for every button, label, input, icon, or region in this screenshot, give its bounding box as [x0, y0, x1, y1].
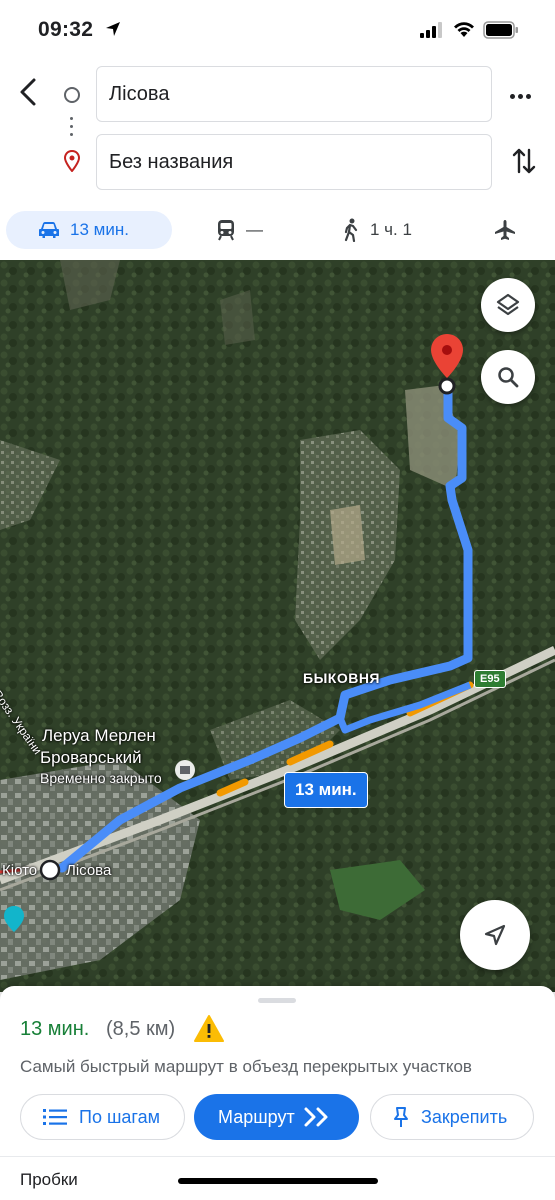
search-icon [498, 367, 519, 388]
car-icon [39, 222, 59, 238]
wifi-icon [454, 22, 474, 37]
directions-header: Лісова Без названия [0, 60, 555, 200]
tab-walking[interactable]: 1 ч. 1 [342, 211, 412, 249]
route-bottom-sheet: 13 мин. (8,5 км) Самый быстрый маршрут в… [0, 986, 555, 1200]
start-route-label: Маршрут [218, 1106, 295, 1127]
tab-walking-label: 1 ч. 1 [370, 220, 412, 239]
airplane-icon [495, 220, 515, 240]
home-indicator [178, 1178, 378, 1184]
location-arrow-icon [106, 22, 120, 36]
start-route-button[interactable]: Маршрут [194, 1094, 359, 1140]
route-distance: (8,5 км) [106, 1018, 176, 1040]
tab-driving-label: 13 мин. [70, 220, 129, 239]
search-along-route-button[interactable] [481, 350, 535, 404]
map-label-store-name-1[interactable]: Леруа Мерлен [42, 726, 156, 746]
traffic-section-title: Пробки [20, 1170, 78, 1189]
road-badge-e95: E95 [474, 670, 506, 688]
steps-button[interactable]: По шагам [20, 1094, 185, 1140]
destination-pin-icon [64, 150, 80, 172]
list-icon [43, 1109, 67, 1125]
satellite-map [0, 260, 555, 992]
layers-icon [496, 293, 520, 316]
navigation-arrow-icon [484, 924, 506, 946]
battery-icon [483, 21, 518, 39]
warning-icon[interactable] [193, 1014, 225, 1044]
map-label-store-status: Временно закрыто [40, 770, 162, 786]
more-options-icon[interactable] [510, 86, 536, 100]
route-duration: 13 мин. [20, 1018, 90, 1040]
travel-mode-tabs: 13 мин. — 1 ч. 1 [0, 205, 555, 255]
destination-input[interactable]: Без названия [96, 134, 492, 190]
map-label-store-name-2[interactable]: Броварський [40, 748, 142, 768]
swap-direction-icon[interactable] [510, 146, 538, 176]
layers-button[interactable] [481, 278, 535, 332]
sheet-drag-handle[interactable] [258, 998, 296, 1003]
status-time: 09:32 [38, 18, 94, 41]
tab-flight[interactable] [494, 211, 526, 249]
map-label-origin-station: Лісова [66, 862, 112, 879]
back-arrow-icon[interactable] [14, 76, 44, 108]
pin-button-label: Закрепить [421, 1106, 508, 1127]
tab-transit-label: — [246, 220, 263, 239]
double-chevron-icon [304, 1107, 328, 1127]
pin-route-button[interactable]: Закрепить [370, 1094, 534, 1140]
origin-input[interactable]: Лісова [96, 66, 492, 122]
map-label-bykovnya: БЫКОВНЯ [303, 670, 380, 686]
walking-icon [344, 218, 358, 242]
sheet-divider [0, 1156, 555, 1157]
map-view[interactable]: БЫКОВНЯ E95 Леруа Мерлен Броварський Вре… [0, 260, 555, 992]
origin-circle-icon [64, 87, 80, 103]
route-eta-bubble[interactable]: 13 мин. [284, 772, 368, 808]
cellular-signal-icon [420, 22, 442, 38]
tab-transit[interactable]: — [216, 211, 263, 249]
status-bar: 09:32 [0, 0, 555, 60]
pin-icon [394, 1107, 408, 1127]
route-description: Самый быстрый маршрут в объезд перекрыты… [20, 1057, 472, 1076]
train-icon [218, 220, 234, 241]
map-label-kioto: Кіото [2, 862, 38, 879]
my-location-button[interactable] [460, 900, 530, 970]
tab-driving[interactable]: 13 мин. [6, 211, 172, 249]
route-dots-icon [70, 117, 74, 139]
steps-button-label: По шагам [79, 1106, 160, 1127]
